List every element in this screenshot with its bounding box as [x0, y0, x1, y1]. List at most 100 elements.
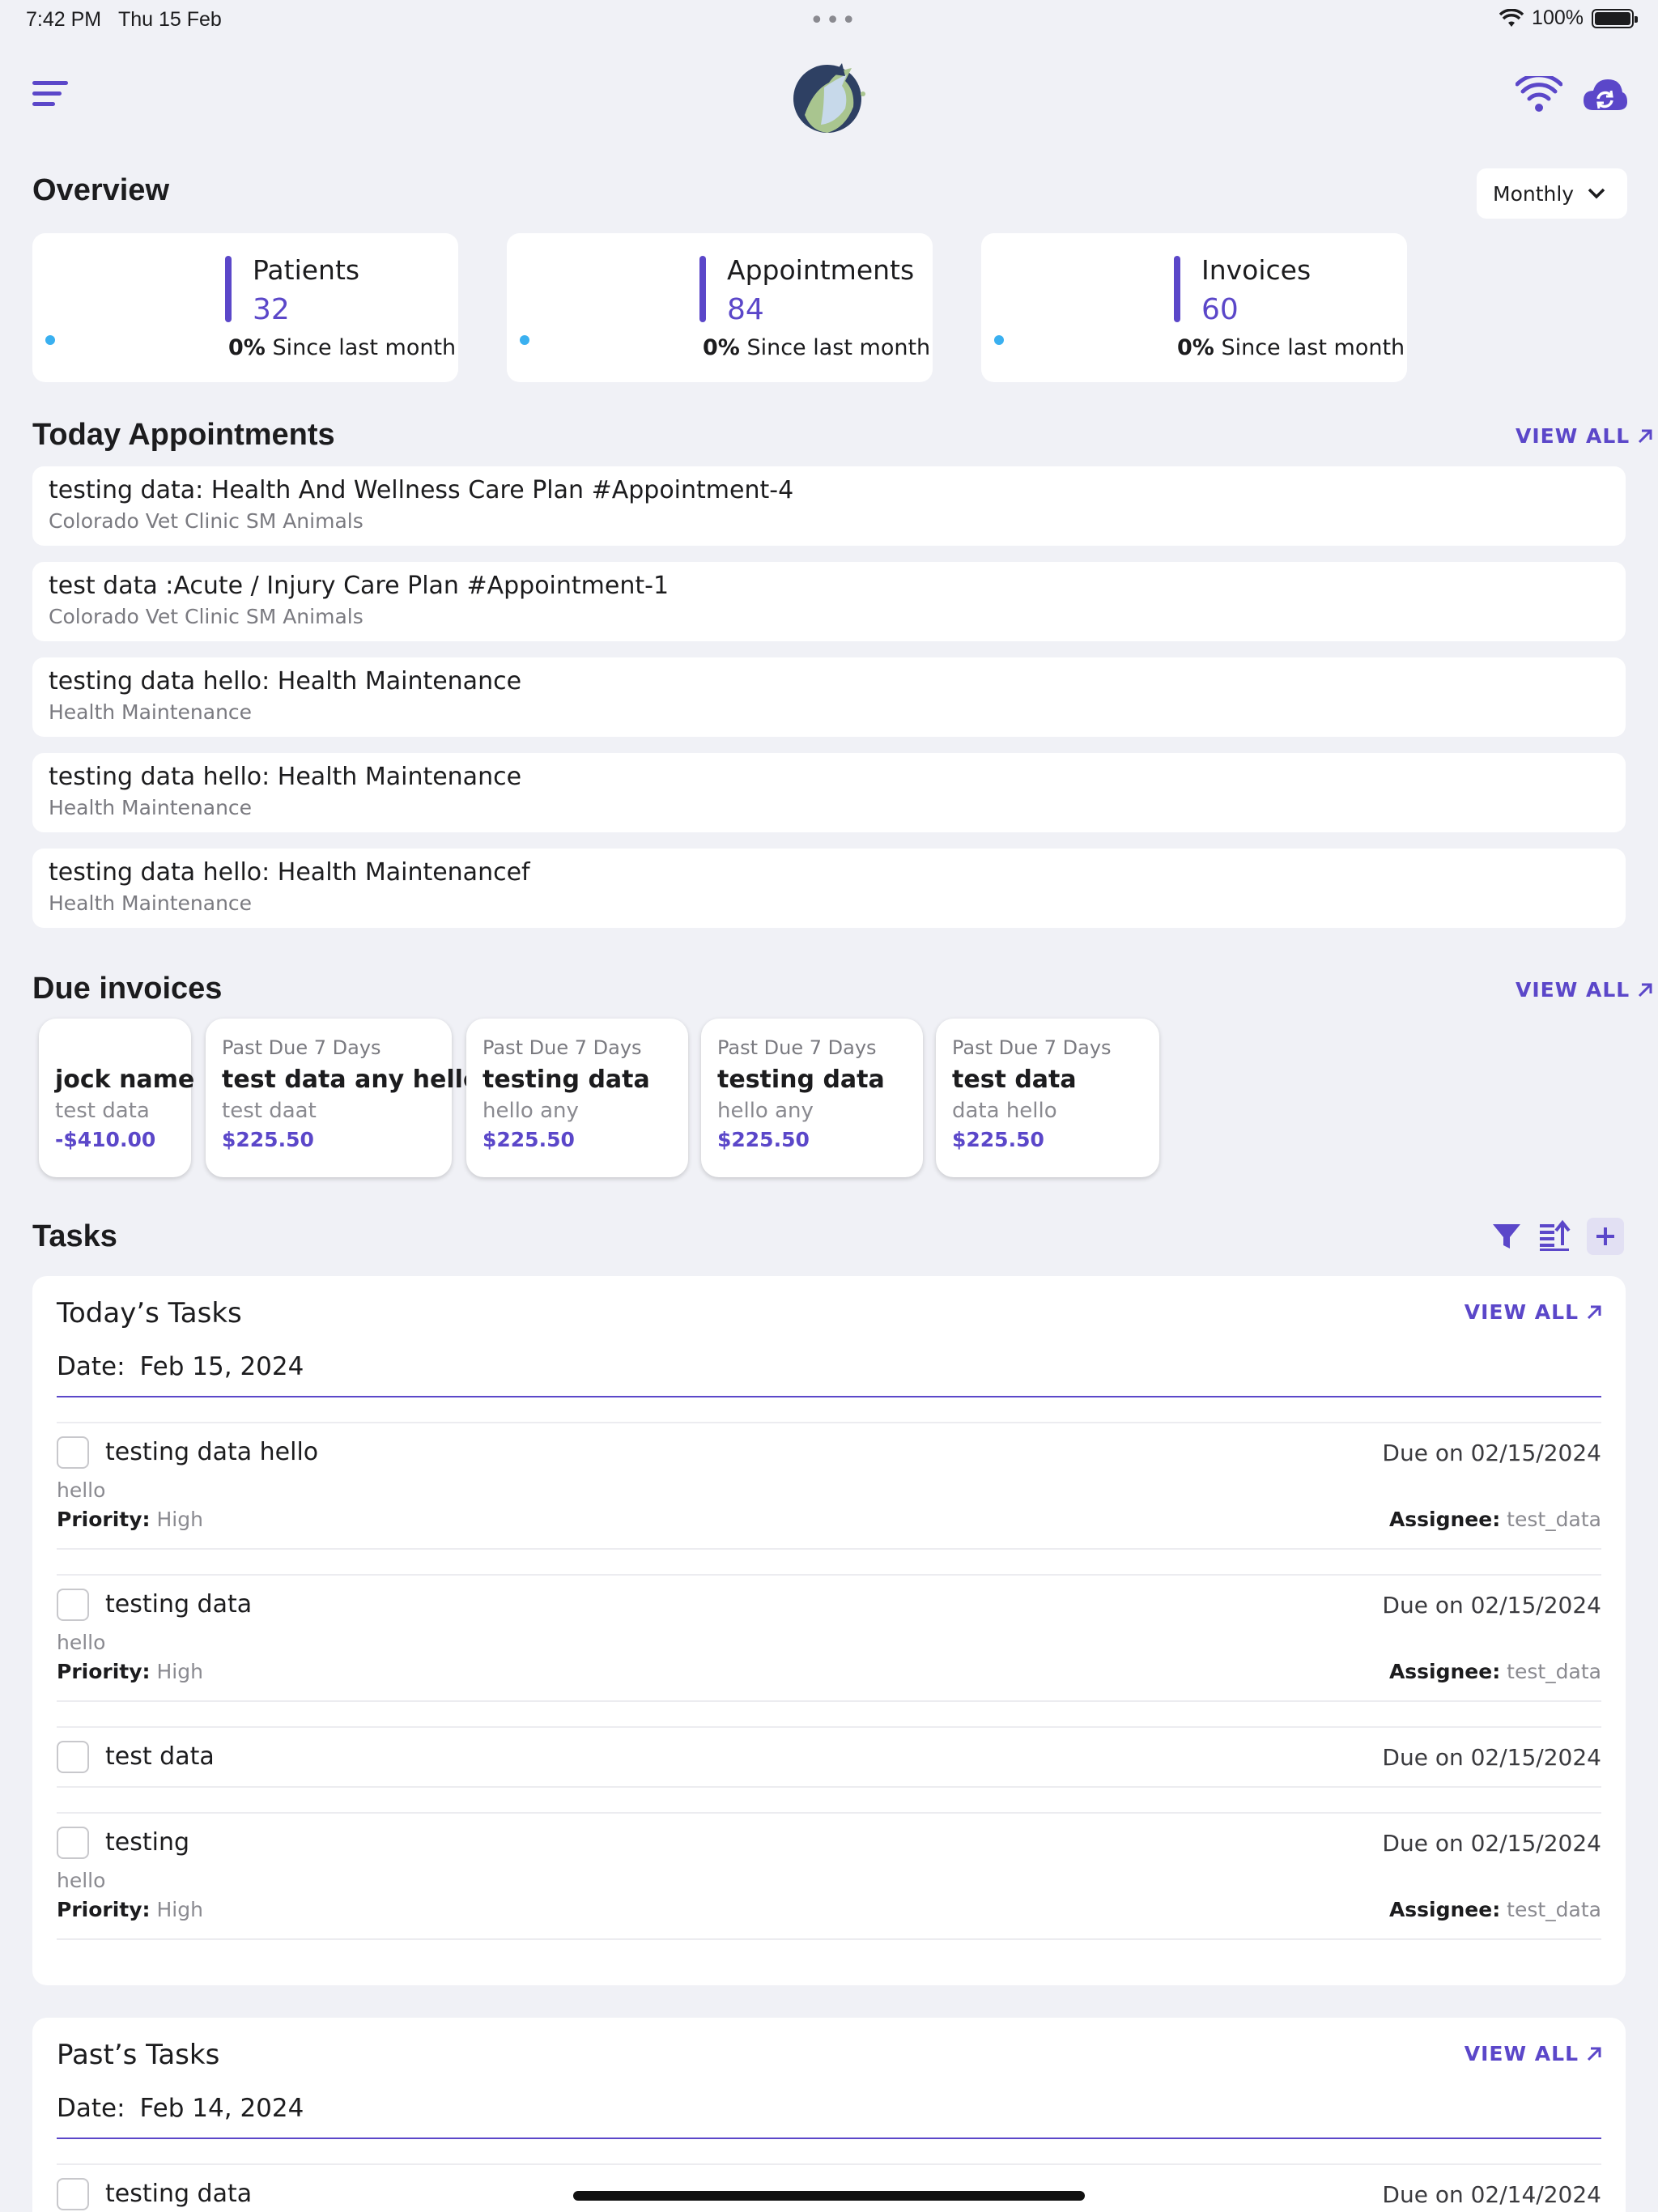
appointment-subtitle: Health Maintenance: [49, 796, 253, 819]
invoice-amount: $225.50: [952, 1128, 1044, 1151]
task-description: hello: [57, 1631, 106, 1654]
date-divider: [57, 2138, 1601, 2139]
stat-card-appointments[interactable]: Appointments 84 0% Since last month: [507, 233, 933, 382]
invoices-view-all-link[interactable]: VIEW ALL: [1516, 978, 1654, 1002]
invoices-title: Due invoices: [32, 972, 223, 1006]
task-checkbox[interactable]: [57, 1741, 89, 1773]
arrow-up-right-icon: [1639, 429, 1652, 443]
task-checkbox[interactable]: [57, 1589, 89, 1621]
invoice-name: testing data: [483, 1066, 650, 1094]
task-due-date: Due on 02/15/2024: [1382, 1830, 1601, 1857]
task-checkbox[interactable]: [57, 1827, 89, 1859]
appointment-title: testing data: Health And Wellness Care P…: [49, 476, 794, 504]
filter-icon[interactable]: [1491, 1221, 1522, 1252]
stat-card-invoices[interactable]: Invoices 60 0% Since last month: [981, 233, 1407, 382]
arrow-up-right-icon: [1587, 1305, 1601, 1319]
appointment-item[interactable]: test data :Acute / Injury Care Plan #App…: [32, 562, 1626, 641]
appointment-item[interactable]: testing data hello: Health Maintenance H…: [32, 657, 1626, 737]
invoice-card[interactable]: Past Due 7 Days test data any hello test…: [206, 1019, 480, 1177]
plus-icon: [1596, 1227, 1614, 1245]
stat-label: Appointments: [727, 254, 915, 286]
invoice-amount: $225.50: [483, 1128, 575, 1151]
invoice-status: Past Due 7 Days: [483, 1036, 642, 1059]
add-task-button[interactable]: [1587, 1218, 1624, 1255]
appointments-view-all-link[interactable]: VIEW ALL: [1516, 424, 1654, 448]
appointment-item[interactable]: testing data: Health And Wellness Care P…: [32, 466, 1626, 546]
invoice-card[interactable]: jock name test data -$410.00: [39, 1019, 194, 1177]
stat-change: 0% Since last month: [1177, 335, 1405, 360]
task-assignee: Assignee: test_data: [1388, 1898, 1601, 1921]
chart-dot: [45, 335, 55, 345]
task-description: hello: [57, 1478, 106, 1502]
invoice-card[interactable]: Past Due 7 Days testing data hello any $…: [701, 1019, 923, 1177]
invoice-card[interactable]: Past Due 7 Days test data data hello $22…: [936, 1019, 1159, 1177]
battery-percent: 100%: [1532, 6, 1584, 29]
invoice-amount: $225.50: [717, 1128, 810, 1151]
appointments-title: Today Appointments: [32, 418, 335, 452]
period-value: Monthly: [1493, 181, 1575, 206]
past-tasks-panel: Past’s Tasks VIEW ALL Date: Feb 14, 2024 …: [32, 2018, 1626, 2212]
stat-accent-bar: [225, 256, 232, 322]
task-item: testing data Due on 02/15/2024 hello Pri…: [57, 1574, 1601, 1684]
task-title: testing data hello: [105, 1438, 319, 1466]
status-time: 7:42 PM Thu 15 Feb: [26, 8, 222, 31]
task-item: testing data Due on 02/14/2024: [57, 2163, 1601, 2212]
task-divider: [57, 1786, 1601, 1788]
todays-tasks-date: Date: Feb 15, 2024: [57, 1352, 304, 1381]
task-divider: [57, 1700, 1601, 1702]
stat-card-patients[interactable]: Patients 32 0% Since last month: [32, 233, 458, 382]
invoice-detail: test data: [55, 1099, 150, 1123]
task-priority: Priority: High: [57, 1898, 203, 1921]
appointment-subtitle: Health Maintenance: [49, 891, 253, 915]
stat-accent-bar: [1174, 256, 1180, 322]
task-priority: Priority: High: [57, 1660, 203, 1683]
invoice-card[interactable]: Past Due 7 Days testing data hello any $…: [466, 1019, 688, 1177]
hamburger-menu-icon[interactable]: [32, 81, 68, 110]
home-indicator[interactable]: [573, 2191, 1085, 2201]
chart-dot: [994, 335, 1004, 345]
multitasking-dots[interactable]: •••: [810, 6, 857, 35]
appointment-title: testing data hello: Health Maintenance: [49, 667, 522, 696]
task-due-date: Due on 02/15/2024: [1382, 1744, 1601, 1771]
invoice-amount: $225.50: [222, 1128, 314, 1151]
appointment-item[interactable]: testing data hello: Health Maintenancef …: [32, 849, 1626, 928]
past-tasks-title: Past’s Tasks: [57, 2039, 220, 2071]
todays-tasks-view-all-link[interactable]: VIEW ALL: [1465, 1300, 1603, 1324]
appointment-title: testing data hello: Health Maintenancef: [49, 858, 530, 887]
task-due-date: Due on 02/15/2024: [1382, 1440, 1601, 1466]
wifi-icon[interactable]: [1516, 76, 1562, 113]
appointment-subtitle: Health Maintenance: [49, 700, 253, 724]
appointment-subtitle: Colorado Vet Clinic SM Animals: [49, 605, 363, 628]
arrow-up-right-icon: [1639, 983, 1652, 997]
overview-title: Overview: [32, 173, 169, 207]
chevron-down-icon: [1588, 188, 1605, 199]
appointment-title: test data :Acute / Injury Care Plan #App…: [49, 572, 670, 600]
stat-value: 84: [727, 293, 764, 326]
appointment-item[interactable]: testing data hello: Health Maintenance H…: [32, 753, 1626, 832]
invoice-amount: -$410.00: [55, 1128, 156, 1151]
stat-value: 60: [1201, 293, 1239, 326]
cloud-sync-icon[interactable]: [1582, 74, 1627, 115]
status-indicators: 100%: [1499, 6, 1638, 30]
date-divider: [57, 1396, 1601, 1397]
task-item: test data Due on 02/15/2024: [57, 1726, 1601, 1783]
task-divider: [57, 1938, 1601, 1940]
invoice-detail: data hello: [952, 1099, 1057, 1123]
sort-icon[interactable]: [1538, 1219, 1572, 1252]
task-divider: [57, 1548, 1601, 1550]
past-tasks-view-all-link[interactable]: VIEW ALL: [1465, 2042, 1603, 2065]
task-assignee: Assignee: test_data: [1388, 1660, 1601, 1683]
appointment-subtitle: Colorado Vet Clinic SM Animals: [49, 509, 363, 533]
invoice-status: [55, 1036, 175, 1062]
chart-dot: [520, 335, 529, 345]
task-item: testing Due on 02/15/2024 hello Priority…: [57, 1812, 1601, 1922]
task-title: testing data: [105, 1590, 253, 1619]
invoice-detail: hello any: [483, 1099, 579, 1123]
period-dropdown[interactable]: Monthly: [1477, 168, 1627, 219]
task-checkbox[interactable]: [57, 1436, 89, 1469]
task-title: testing data: [105, 2180, 253, 2208]
invoice-status: Past Due 7 Days: [717, 1036, 877, 1059]
invoice-name: testing data: [717, 1066, 885, 1094]
stat-value: 32: [253, 293, 290, 326]
task-checkbox[interactable]: [57, 2178, 89, 2210]
